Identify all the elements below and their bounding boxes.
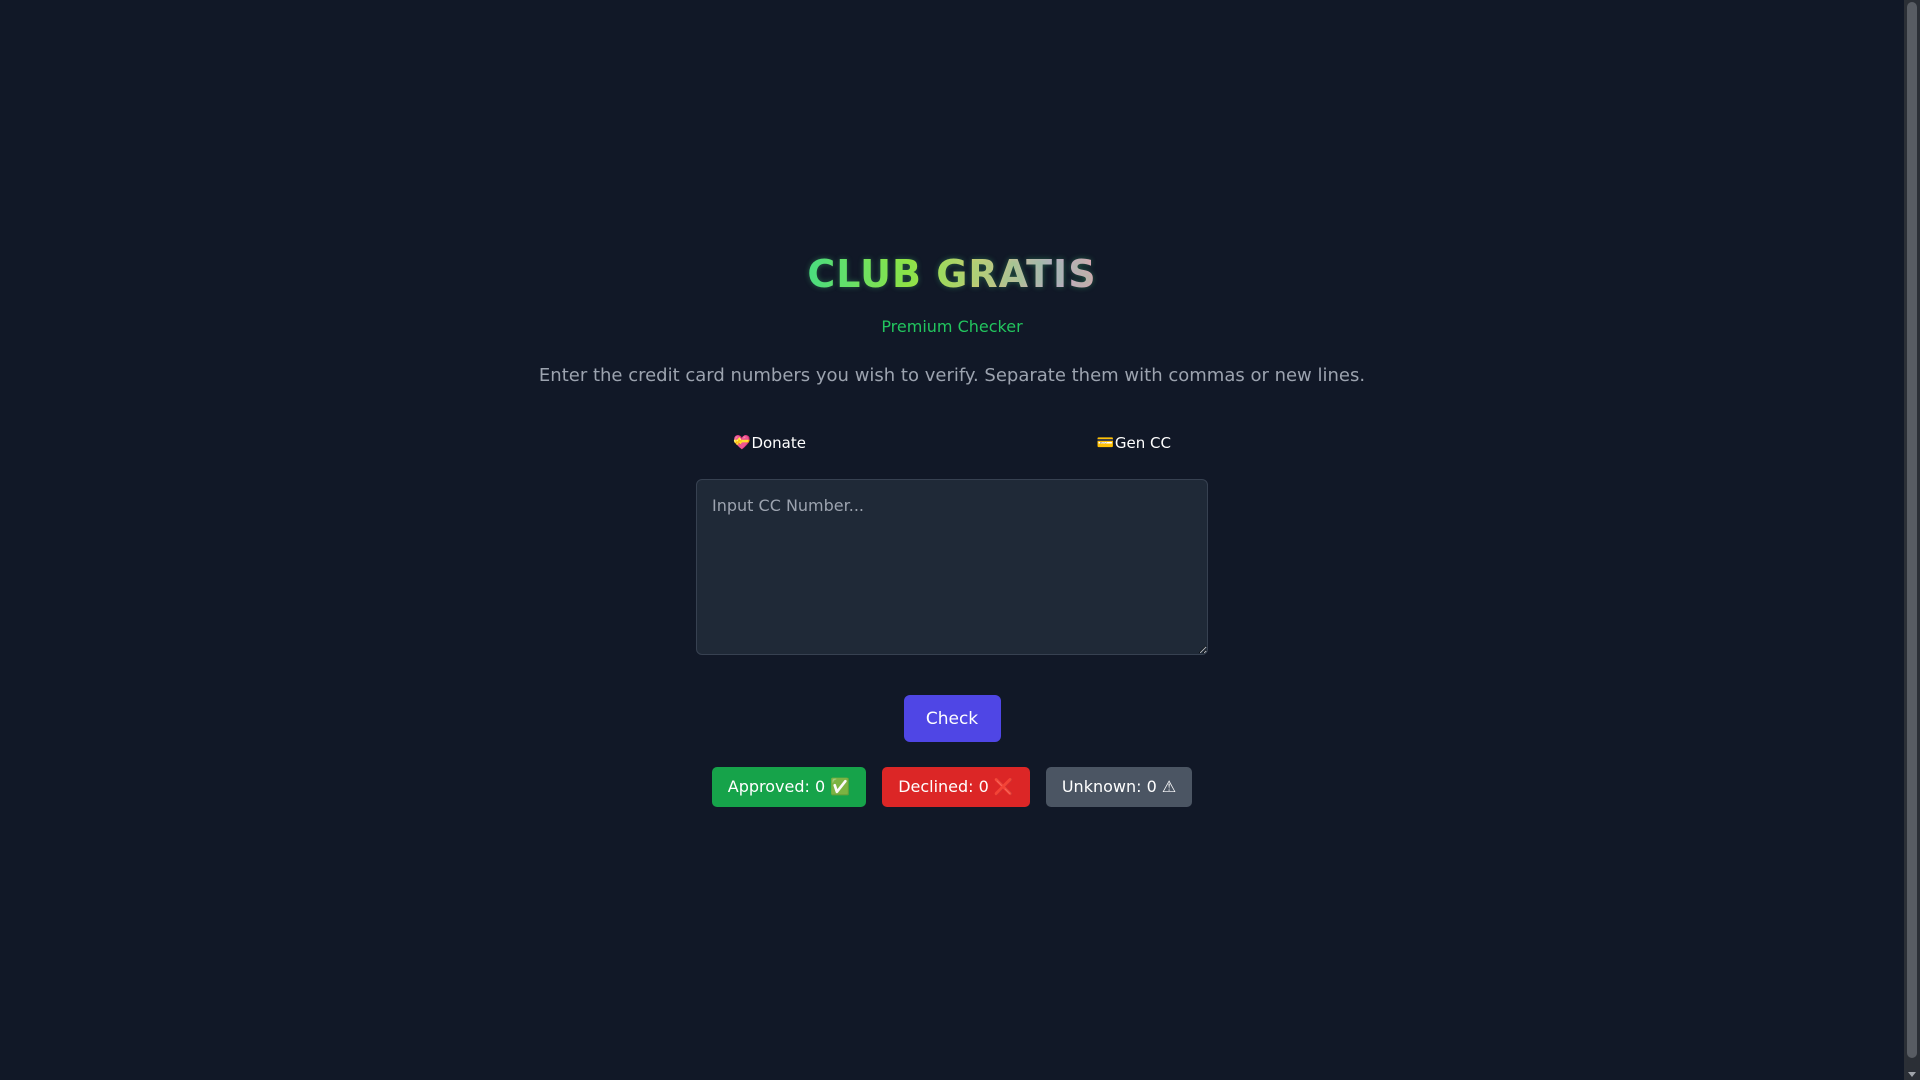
unknown-count-badge: Unknown: 0 ⚠ — [1045, 767, 1193, 807]
heart-gift-icon: 💝 — [733, 435, 751, 451]
cc-number-input[interactable] — [696, 479, 1208, 655]
page-title: CLUB GRATIS — [807, 252, 1097, 296]
links-row: 💝 Donate 💳 Gen CC — [696, 433, 1208, 453]
donate-link[interactable]: 💝 Donate — [733, 433, 806, 453]
declined-count-badge: Declined: 0 ❌ — [882, 767, 1030, 807]
approved-count-badge: Approved: 0 ✅ — [711, 767, 867, 807]
stats-row: Approved: 0 ✅ Declined: 0 ❌ Unknown: 0 ⚠ — [711, 767, 1193, 807]
vertical-scrollbar[interactable] — [1904, 0, 1920, 1080]
credit-card-icon: 💳 — [1096, 435, 1114, 451]
donate-link-label: Donate — [751, 434, 806, 452]
check-button[interactable]: Check — [903, 695, 1001, 742]
scroll-down-arrow-icon[interactable] — [1908, 1072, 1916, 1077]
page-subtitle: Premium Checker — [881, 317, 1023, 336]
gen-cc-link-label: Gen CC — [1114, 434, 1171, 452]
scrollbar-thumb[interactable] — [1907, 2, 1917, 1058]
page-description: Enter the credit card numbers you wish t… — [538, 365, 1366, 386]
checker-page: CLUB GRATIS Premium Checker Enter the cr… — [0, 0, 1904, 1080]
gen-cc-link[interactable]: 💳 Gen CC — [1096, 433, 1171, 453]
